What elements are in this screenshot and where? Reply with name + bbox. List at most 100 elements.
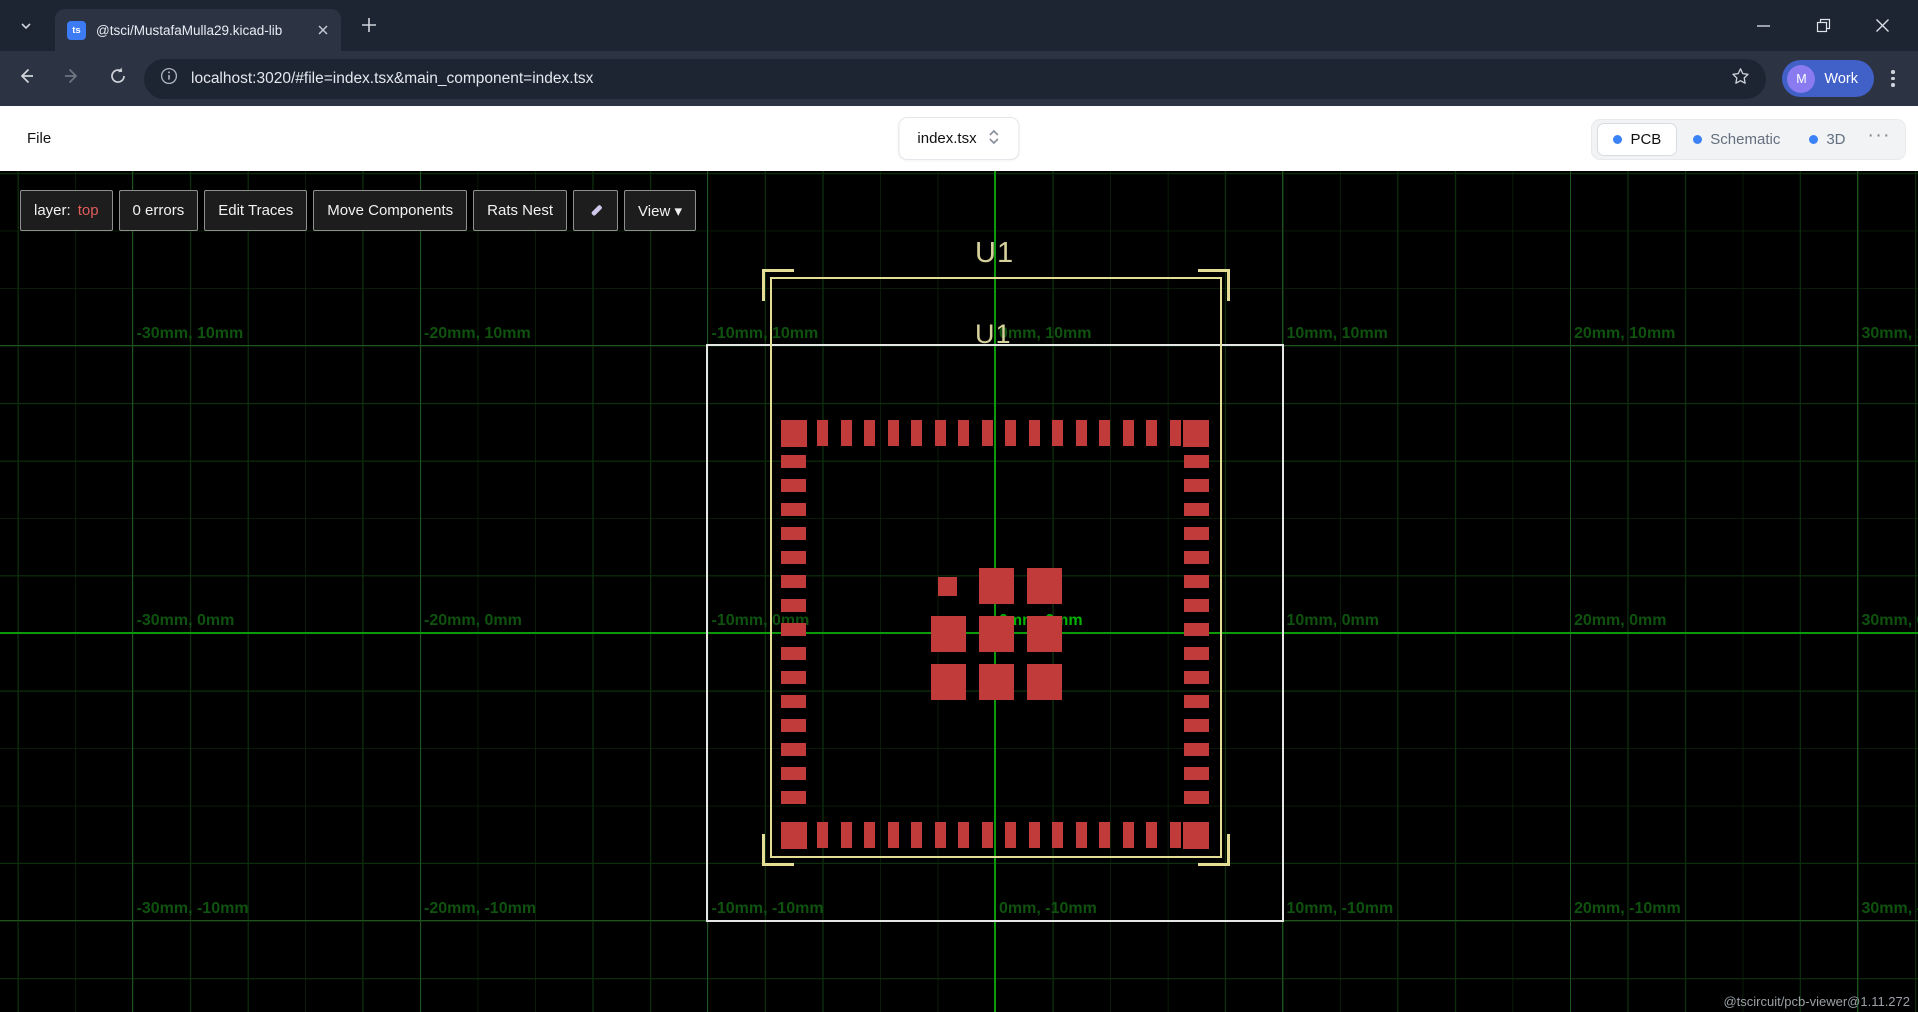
pcb-pad[interactable] xyxy=(1005,822,1016,848)
file-menu[interactable]: File xyxy=(27,130,51,147)
address-bar[interactable]: localhost:3020/#file=index.tsx&main_comp… xyxy=(144,59,1766,99)
pcb-pad[interactable] xyxy=(1183,420,1209,447)
pcb-pad[interactable] xyxy=(1184,647,1209,660)
pcb-pad[interactable] xyxy=(982,420,993,446)
pcb-pad[interactable] xyxy=(1170,822,1181,848)
pcb-pad[interactable] xyxy=(841,420,852,446)
pcb-pad[interactable] xyxy=(1184,599,1209,612)
pcb-pad[interactable] xyxy=(979,616,1014,652)
pcb-pad[interactable] xyxy=(781,743,806,756)
site-info-icon[interactable] xyxy=(160,67,178,90)
pcb-pad[interactable] xyxy=(781,479,806,492)
pcb-pad[interactable] xyxy=(935,822,946,848)
pcb-pad[interactable] xyxy=(1005,420,1016,446)
pcb-pad[interactable] xyxy=(1029,822,1040,848)
restore-icon[interactable] xyxy=(1816,18,1831,33)
browser-menu-icon[interactable] xyxy=(1880,70,1906,87)
pcb-pad[interactable] xyxy=(817,822,828,848)
pcb-pad[interactable] xyxy=(1184,527,1209,540)
edit-traces-button[interactable]: Edit Traces xyxy=(204,190,307,231)
pcb-pad[interactable] xyxy=(1184,767,1209,780)
pcb-pad[interactable] xyxy=(982,822,993,848)
pcb-pad[interactable] xyxy=(1184,575,1209,588)
pcb-pad[interactable] xyxy=(841,822,852,848)
pcb-pad[interactable] xyxy=(1123,822,1134,848)
tab-close-icon[interactable] xyxy=(317,24,329,36)
pcb-pad[interactable] xyxy=(1027,616,1062,652)
pcb-pad[interactable] xyxy=(1184,743,1209,756)
pcb-pad[interactable] xyxy=(1184,479,1209,492)
pcb-pad[interactable] xyxy=(781,791,806,804)
url-text[interactable]: localhost:3020/#file=index.tsx&main_comp… xyxy=(191,70,1718,88)
pcb-pad[interactable] xyxy=(781,623,806,636)
pcb-pad[interactable] xyxy=(931,616,966,652)
pcb-pad[interactable] xyxy=(1184,503,1209,516)
pcb-pad[interactable] xyxy=(1184,623,1209,636)
pcb-pad[interactable] xyxy=(1184,551,1209,564)
pcb-pad[interactable] xyxy=(1076,822,1087,848)
pcb-pad[interactable] xyxy=(1146,420,1157,446)
pcb-pad[interactable] xyxy=(864,420,875,446)
pcb-pad[interactable] xyxy=(1052,420,1063,446)
new-tab-icon[interactable] xyxy=(358,14,380,36)
pcb-pad[interactable] xyxy=(781,455,806,468)
pcb-pad[interactable] xyxy=(781,527,806,540)
file-selector[interactable]: index.tsx xyxy=(898,117,1019,160)
pcb-pad[interactable] xyxy=(1184,719,1209,732)
close-window-icon[interactable] xyxy=(1875,18,1890,33)
pcb-pad[interactable] xyxy=(1183,822,1209,849)
pcb-pad[interactable] xyxy=(1184,671,1209,684)
tab-search-chevron-icon[interactable] xyxy=(14,14,38,38)
pcb-pad[interactable] xyxy=(781,822,807,849)
bookmark-star-icon[interactable] xyxy=(1731,67,1750,91)
tab-schematic[interactable]: Schematic xyxy=(1680,123,1793,156)
pcb-pad[interactable] xyxy=(1184,455,1209,468)
pcb-pad[interactable] xyxy=(781,575,806,588)
pcb-pad[interactable] xyxy=(1099,822,1110,848)
browser-tab[interactable]: ts @tsci/MustafaMulla29.kicad-lib xyxy=(55,9,341,51)
view-menu-button[interactable]: View ▾ xyxy=(624,190,696,231)
pcb-pad[interactable] xyxy=(1027,664,1062,700)
pcb-pad[interactable] xyxy=(781,599,806,612)
pcb-pad[interactable] xyxy=(1184,695,1209,708)
pcb-pad[interactable] xyxy=(1052,822,1063,848)
rats-nest-button[interactable]: Rats Nest xyxy=(473,190,567,231)
pcb-pad[interactable] xyxy=(935,420,946,446)
move-components-button[interactable]: Move Components xyxy=(313,190,467,231)
pcb-pad[interactable] xyxy=(979,568,1014,604)
pcb-pad[interactable] xyxy=(781,503,806,516)
layer-button[interactable]: layer: top xyxy=(20,190,113,231)
pcb-pad[interactable] xyxy=(781,767,806,780)
pcb-pad[interactable] xyxy=(1146,822,1157,848)
pcb-pad[interactable] xyxy=(1076,420,1087,446)
pcb-pad[interactable] xyxy=(888,822,899,848)
pcb-pad[interactable] xyxy=(1123,420,1134,446)
pcb-pad[interactable] xyxy=(911,822,922,848)
pcb-pad[interactable] xyxy=(781,551,806,564)
pcb-pad[interactable] xyxy=(1027,568,1062,604)
pcb-pad[interactable] xyxy=(911,420,922,446)
pcb-pad[interactable] xyxy=(817,420,828,446)
pcb-pad[interactable] xyxy=(958,420,969,446)
edit-pencil-button[interactable] xyxy=(573,190,618,231)
pcb-pad[interactable] xyxy=(1170,420,1181,446)
pcb-pad[interactable] xyxy=(781,719,806,732)
errors-button[interactable]: 0 errors xyxy=(119,190,199,231)
pcb-pad[interactable] xyxy=(864,822,875,848)
minimize-icon[interactable] xyxy=(1756,18,1771,33)
back-icon[interactable] xyxy=(16,66,36,91)
browser-profile-button[interactable]: M Work xyxy=(1782,60,1874,97)
forward-icon[interactable] xyxy=(62,66,82,91)
pcb-pad[interactable] xyxy=(781,671,806,684)
pcb-pad[interactable] xyxy=(781,420,807,447)
reload-icon[interactable] xyxy=(108,66,128,91)
pcb-pad[interactable] xyxy=(781,695,806,708)
pcb-pad[interactable] xyxy=(979,664,1014,700)
tab-3d[interactable]: 3D xyxy=(1796,123,1858,156)
pcb-pad[interactable] xyxy=(781,647,806,660)
pcb-pad[interactable] xyxy=(938,577,957,596)
pcb-pad[interactable] xyxy=(958,822,969,848)
pcb-pad[interactable] xyxy=(931,664,966,700)
pcb-pad[interactable] xyxy=(1184,791,1209,804)
pcb-canvas[interactable]: -30mm, 10mm-20mm, 10mm-10mm, 10mm0mm, 10… xyxy=(0,171,1918,1012)
